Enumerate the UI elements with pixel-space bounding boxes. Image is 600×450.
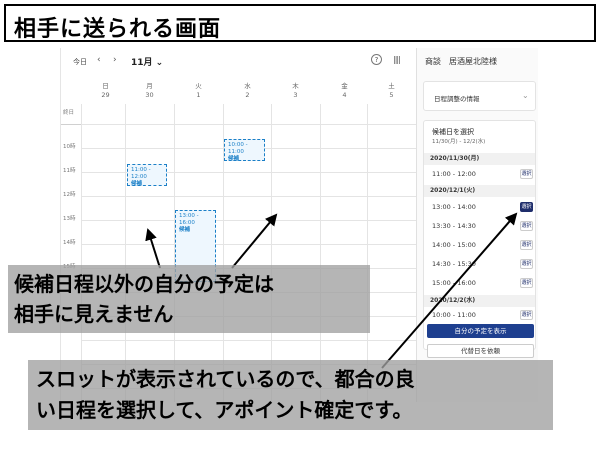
booking-panel: 商談 居酒屋北陸様 日程調整の情報 ⌄ 候補日を選択 11/30(月) - 12… bbox=[416, 48, 538, 402]
select-slot-button[interactable]: 選択 bbox=[520, 278, 533, 288]
candidate-event-mon[interactable]: 11:00 - 12:00 候補 bbox=[127, 164, 167, 187]
select-slot-button[interactable]: 選択 bbox=[520, 240, 533, 250]
time-label-14: 14時 bbox=[63, 240, 76, 246]
time-label-13: 13時 bbox=[63, 216, 76, 222]
request-alternate-date-button[interactable]: 代替日を依頼 bbox=[427, 344, 534, 358]
date-heading: 2020/11/30(月) bbox=[424, 153, 535, 165]
today-button[interactable]: 今日 bbox=[73, 57, 87, 67]
candidate-event-wed[interactable]: 10:00 - 11:00 候補 bbox=[224, 139, 265, 162]
view-switch-icon[interactable]: |||| bbox=[393, 55, 401, 64]
slot-time: 15:00 - 16:00 bbox=[432, 279, 476, 287]
select-slot-button[interactable]: 選択 bbox=[520, 221, 533, 231]
date-range: 11/30(月) - 12/2(水) bbox=[432, 139, 486, 145]
slot-time: 11:00 - 12:00 bbox=[432, 170, 476, 178]
select-slot-button[interactable]: 選択 bbox=[520, 259, 533, 269]
calendar-view: 今日 ‹ › 11月 ⌄ ? |||| 日 29 月 30 火1 水2 木3 金… bbox=[61, 48, 416, 402]
select-slot-button[interactable]: 選択 bbox=[520, 169, 533, 179]
slide-title: 相手に送られる画面 bbox=[14, 17, 222, 42]
slot-time: 14:00 - 15:00 bbox=[432, 241, 476, 249]
day-header-sat: 土5 bbox=[388, 82, 395, 99]
date-heading: 2020/12/2(水) bbox=[424, 295, 535, 307]
help-icon[interactable]: ? bbox=[371, 54, 382, 65]
allday-label: 終日 bbox=[63, 110, 75, 116]
show-my-schedule-button[interactable]: 自分の予定を表示 bbox=[427, 324, 534, 338]
slide-title-box: 相手に送られる画面 bbox=[4, 4, 596, 42]
time-label-11: 11時 bbox=[63, 168, 76, 174]
month-dropdown[interactable]: 11月 ⌄ bbox=[131, 55, 163, 68]
meeting-title: 商談 居酒屋北陸様 bbox=[425, 57, 497, 66]
day-header-wed: 水2 bbox=[244, 82, 251, 99]
slot-time: 14:30 - 15:30 bbox=[432, 260, 476, 268]
chevron-down-icon: ⌄ bbox=[522, 91, 529, 100]
app-screenshot: 今日 ‹ › 11月 ⌄ ? |||| 日 29 月 30 火1 水2 木3 金… bbox=[60, 48, 538, 402]
day-header-thu: 木3 bbox=[292, 82, 299, 99]
annotation-private-schedule: 候補日程以外の自分の予定は 相手に見えません bbox=[8, 265, 370, 333]
slot-selection-card: 候補日を選択 11/30(月) - 12/2(水) 2020/11/30(月) … bbox=[423, 120, 536, 350]
day-header-sun: 日 29 bbox=[101, 82, 110, 99]
schedule-info-accordion[interactable]: 日程調整の情報 ⌄ bbox=[423, 81, 536, 111]
next-week-icon[interactable]: › bbox=[113, 55, 117, 65]
prev-week-icon[interactable]: ‹ bbox=[97, 55, 101, 65]
select-slot-button[interactable]: 選択 bbox=[520, 310, 533, 320]
annotation-select-slot: スロットが表示されているので、都合の良 い日程を選択して、アポイント確定です。 bbox=[28, 360, 553, 430]
calendar-toolbar: 今日 ‹ › 11月 ⌄ ? |||| bbox=[61, 48, 416, 72]
day-header-fri: 金4 bbox=[341, 82, 348, 99]
day-header-mon: 月 30 bbox=[145, 82, 154, 99]
select-date-title: 候補日を選択 bbox=[432, 128, 474, 136]
date-heading: 2020/12/1(火) bbox=[424, 185, 535, 197]
day-header-tue: 火1 bbox=[195, 82, 202, 99]
schedule-info-label: 日程調整の情報 bbox=[434, 95, 480, 103]
time-label-12: 12時 bbox=[63, 192, 76, 198]
slot-time: 10:00 - 11:00 bbox=[432, 311, 476, 319]
slot-time: 13:00 - 14:00 bbox=[432, 203, 476, 211]
time-label-10: 10時 bbox=[63, 144, 76, 150]
slot-time: 13:30 - 14:30 bbox=[432, 222, 476, 230]
select-slot-button-active[interactable]: 選択 bbox=[520, 202, 533, 212]
slide: 相手に送られる画面 今日 ‹ › 11月 ⌄ ? |||| 日 29 月 30 火1 bbox=[0, 0, 600, 450]
